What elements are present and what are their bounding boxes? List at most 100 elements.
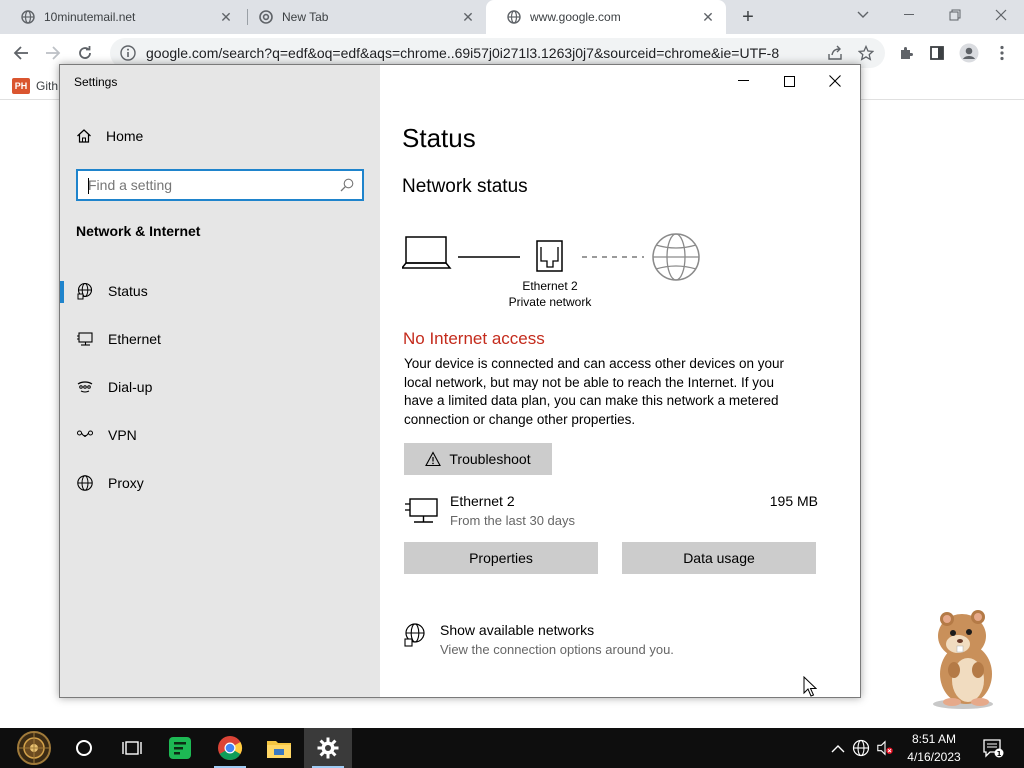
sidebar-item-dialup[interactable]: Dial-up — [60, 367, 380, 407]
properties-button[interactable]: Properties — [404, 542, 598, 574]
connection-status-label: No Internet access — [403, 329, 545, 348]
close-tab-icon[interactable]: ✕ — [460, 9, 476, 25]
ethernet-port-icon — [536, 240, 563, 272]
new-tab-button[interactable]: + — [736, 5, 760, 29]
troubleshoot-button[interactable]: Troubleshoot — [404, 443, 552, 475]
share-icon[interactable] — [824, 42, 846, 64]
globe-favicon-icon — [506, 9, 522, 25]
volume-muted-icon[interactable] — [876, 739, 894, 757]
sidebar-item-label: Dial-up — [108, 379, 153, 395]
settings-maximize-button[interactable] — [766, 65, 812, 97]
chrome-logo-icon — [218, 736, 243, 761]
tab-title: 10minutemail.net — [44, 10, 136, 24]
tab-search-chevron-icon[interactable] — [840, 0, 886, 30]
troubleshoot-label: Troubleshoot — [449, 451, 531, 467]
action-center-icon[interactable]: 1 — [982, 739, 1004, 758]
back-arrow-icon[interactable] — [8, 40, 34, 66]
svg-text:1: 1 — [997, 750, 1002, 758]
tab-new-tab[interactable]: New Tab ✕ — [238, 0, 486, 34]
active-indicator — [60, 281, 64, 303]
site-info-icon[interactable] — [120, 45, 136, 61]
bookmark-star-icon[interactable] — [855, 42, 877, 64]
show-networks-link[interactable]: Show available networks — [440, 622, 594, 638]
sidebar-item-proxy[interactable]: Proxy — [60, 463, 380, 503]
adapter-row-subtitle: From the last 30 days — [450, 513, 575, 528]
profile-avatar-icon[interactable] — [958, 42, 980, 64]
laptop-icon — [402, 236, 452, 269]
settings-search-input[interactable] — [78, 177, 328, 193]
gear-icon — [317, 737, 339, 759]
tab-title: New Tab — [282, 10, 329, 24]
sidebar-item-ethernet[interactable]: Ethernet — [60, 319, 380, 359]
section-heading: Network & Internet — [76, 223, 201, 239]
browser-close-button[interactable] — [978, 0, 1024, 30]
ethernet-adapter-icon — [405, 498, 438, 523]
reload-icon[interactable] — [72, 40, 98, 66]
taskbar-clock-time[interactable]: 8:51 AM — [908, 732, 960, 746]
nav-home[interactable]: Home — [76, 128, 143, 144]
network-globe-tray-icon[interactable] — [852, 739, 870, 757]
sidebar-item-label: Proxy — [108, 475, 144, 491]
vpn-icon — [76, 426, 94, 444]
side-panel-icon[interactable] — [926, 42, 948, 64]
start-orb-icon — [17, 731, 51, 765]
start-button[interactable] — [8, 728, 60, 768]
close-tab-icon[interactable]: ✕ — [700, 9, 716, 25]
settings-close-button[interactable] — [812, 65, 858, 97]
adapter-row-name: Ethernet 2 — [450, 493, 515, 509]
window-title: Settings — [74, 75, 118, 89]
diagram-network-type: Private network — [508, 295, 592, 309]
cortana-search-button[interactable] — [60, 728, 108, 768]
tray-overflow-chevron-icon[interactable] — [829, 739, 847, 757]
page-title: Status — [402, 123, 476, 153]
home-icon — [76, 128, 92, 144]
network-globe-icon[interactable] — [403, 623, 427, 647]
bookmark-label: Gith — [36, 79, 59, 93]
task-view-icon — [122, 741, 142, 755]
url-text: google.com/search?q=edf&oq=edf&aqs=chrom… — [146, 45, 780, 61]
data-usage-button[interactable]: Data usage — [622, 542, 816, 574]
cortana-circle-icon — [76, 740, 92, 756]
forward-arrow-icon[interactable] — [40, 40, 66, 66]
show-networks-description: View the connection options around you. — [440, 642, 674, 657]
folder-icon — [267, 741, 291, 758]
browser-tab-strip: 10minutemail.net ✕ New Tab ✕ www.google.… — [0, 0, 1024, 34]
bookmark-item[interactable]: PH Gith — [12, 78, 58, 94]
search-icon[interactable] — [340, 178, 354, 192]
settings-sidebar: Settings Home Network & Internet Status — [60, 65, 380, 697]
green-app-icon — [169, 737, 191, 759]
settings-minimize-button[interactable] — [720, 65, 766, 97]
chrome-favicon-icon — [258, 9, 274, 25]
hamster-mascot-icon[interactable] — [918, 604, 1008, 712]
taskbar-chrome[interactable] — [206, 728, 254, 768]
close-tab-icon[interactable]: ✕ — [218, 9, 234, 25]
nav-home-label: Home — [106, 128, 144, 144]
taskbar-file-explorer[interactable] — [255, 728, 303, 768]
task-view-button[interactable] — [108, 728, 156, 768]
tab-10minutemail[interactable]: 10minutemail.net ✕ — [0, 0, 244, 34]
sidebar-item-status[interactable]: Status — [60, 271, 380, 311]
chrome-menu-icon[interactable] — [991, 42, 1013, 64]
mouse-cursor-icon — [803, 676, 817, 697]
sidebar-item-label: Status — [108, 283, 148, 299]
browser-restore-button[interactable] — [932, 0, 978, 30]
status-globe-icon — [76, 282, 94, 300]
connection-status-description: Your device is connected and can access … — [404, 356, 784, 427]
extensions-puzzle-icon[interactable] — [895, 42, 917, 64]
sidebar-item-vpn[interactable]: VPN — [60, 415, 380, 455]
taskbar-clock-date[interactable]: 4/16/2023 — [900, 750, 968, 764]
settings-search-box[interactable] — [76, 169, 364, 201]
adapter-data-used: 195 MB — [769, 493, 818, 509]
tab-google[interactable]: www.google.com ✕ — [486, 0, 726, 34]
internet-globe-icon — [652, 233, 700, 281]
globe-icon — [76, 474, 94, 492]
taskbar: 1 — [0, 728, 1024, 768]
taskbar-settings[interactable] — [304, 728, 352, 768]
network-diagram — [402, 233, 700, 281]
taskbar-green-app[interactable] — [156, 728, 204, 768]
text-caret — [88, 178, 89, 194]
settings-window: Settings Home Network & Internet Status — [59, 64, 861, 698]
diagram-adapter-name: Ethernet 2 — [522, 279, 578, 293]
browser-minimize-button[interactable] — [886, 0, 932, 30]
tab-title: www.google.com — [530, 10, 621, 24]
